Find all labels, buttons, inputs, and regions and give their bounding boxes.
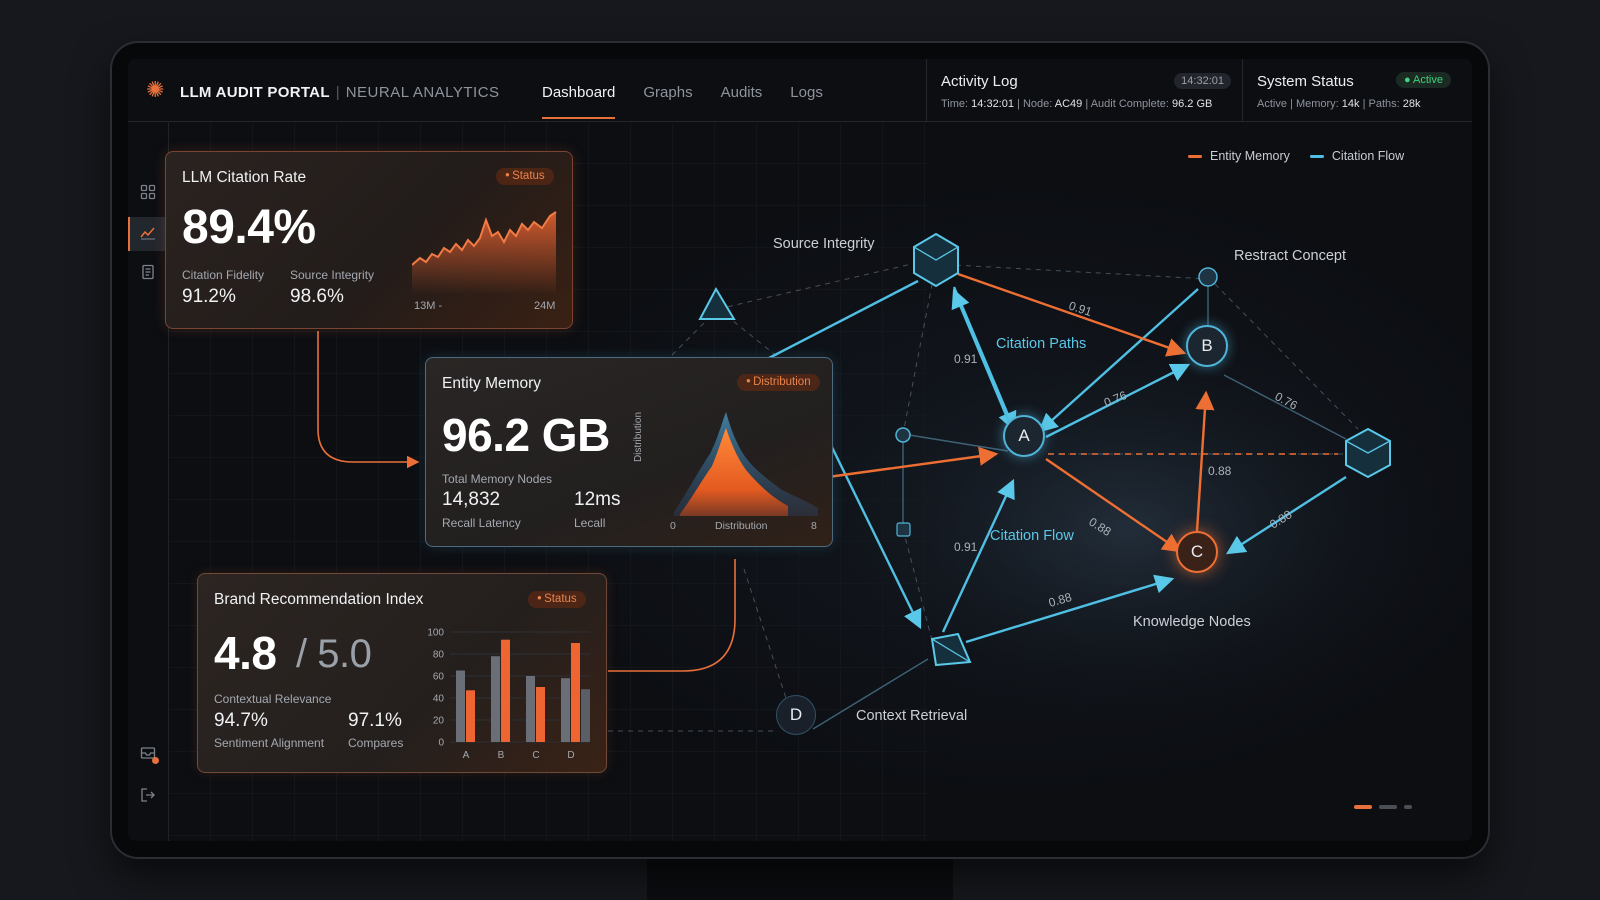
bar	[536, 687, 545, 742]
distribution-chart	[674, 412, 818, 516]
status-badge: Status	[528, 591, 586, 608]
y-tick-label: 100	[427, 628, 444, 639]
distribution-x-label: Distribution	[715, 520, 768, 532]
label-citation-paths: Citation Paths	[996, 336, 1087, 352]
compares-label: Compares	[348, 736, 404, 750]
brand-index-max: / 5.0	[296, 632, 372, 676]
weight-label: 0.91	[954, 540, 978, 554]
source-integrity-label: Source Integrity	[290, 268, 375, 282]
label-source-integrity: Source Integrity	[773, 236, 875, 252]
weight-label: 0.88	[1208, 464, 1232, 478]
triangle-node	[698, 286, 736, 320]
card-connector-1	[317, 331, 420, 469]
entity-memory-value: 96.2 GB	[442, 409, 610, 461]
pagination-dots	[1354, 805, 1412, 809]
bar	[456, 670, 465, 742]
node-b[interactable]: B	[1186, 325, 1228, 367]
small-node	[895, 427, 911, 443]
screen: ✺ LLM AUDIT PORTAL | NEURAL ANALYTICS Dash…	[128, 59, 1472, 841]
x-tick-label: D	[567, 750, 574, 761]
monitor-frame: ✺ LLM AUDIT PORTAL | NEURAL ANALYTICS Dash…	[112, 43, 1488, 857]
brand-recommendation-card[interactable]: Brand Recommendation Index Status 4.8 / …	[197, 573, 607, 773]
node-a[interactable]: A	[1003, 415, 1045, 457]
monitor-stand	[647, 855, 953, 900]
source-integrity-value: 98.6%	[290, 286, 344, 307]
bar	[526, 676, 535, 742]
node-c[interactable]: C	[1176, 531, 1218, 573]
citation-fidelity-value: 91.2%	[182, 286, 236, 307]
label-citation-flow: Citation Flow	[990, 528, 1074, 544]
particle-field	[768, 309, 1472, 749]
sparkline-end-label: 24M	[534, 300, 556, 312]
citation-rate-value: 89.4%	[182, 201, 316, 254]
weight-label: 0.91	[954, 352, 978, 366]
y-tick-label: 0	[438, 738, 444, 749]
y-tick-label: 40	[433, 694, 445, 705]
legend-citation-flow: Citation Flow	[1309, 149, 1404, 163]
y-tick-label: 60	[433, 672, 445, 683]
bar	[491, 656, 500, 742]
latency-sub-label: Lecall	[574, 516, 606, 530]
bar	[466, 690, 475, 742]
card-title: LLM Citation Rate	[182, 169, 307, 186]
label-context-retrieval: Context Retrieval	[856, 708, 968, 724]
distribution-x-min: 0	[670, 520, 676, 532]
compares-value: 97.1%	[348, 710, 402, 731]
brand-bar-chart: 100 80 60 40 20 0 A B C D	[427, 628, 590, 761]
y-tick-label: 20	[433, 716, 445, 727]
label-restract-concept: Restract Concept	[1234, 248, 1347, 264]
x-tick-label: B	[498, 750, 505, 761]
sparkline-chart	[412, 211, 557, 294]
recall-latency-label: Recall Latency	[442, 516, 521, 530]
relevance-label: Contextual Relevance	[214, 692, 332, 706]
distribution-x-max: 8	[811, 520, 817, 532]
bar	[561, 678, 570, 742]
label-knowledge-nodes: Knowledge Nodes	[1133, 614, 1251, 630]
y-tick-label: 80	[433, 650, 445, 661]
relevance-value: 94.7%	[214, 710, 268, 731]
status-badge: Status	[496, 168, 554, 185]
restract-concept-node[interactable]	[1198, 267, 1218, 287]
page-dot[interactable]	[1404, 805, 1412, 809]
citation-fidelity-label: Citation Fidelity	[182, 268, 265, 282]
x-tick-label: C	[532, 750, 539, 761]
bar	[581, 689, 590, 742]
memory-nodes-label: Total Memory Nodes	[442, 472, 553, 486]
chart-legend: Entity Memory Citation Flow	[1188, 149, 1404, 163]
sentiment-alignment-label: Sentiment Alignment	[214, 736, 325, 750]
page-dot-active[interactable]	[1354, 805, 1372, 809]
legend-entity-memory: Entity Memory	[1188, 149, 1290, 163]
page-dot[interactable]	[1379, 805, 1397, 809]
card-connector-2	[608, 559, 736, 672]
bar	[571, 643, 580, 742]
brand-index-value: 4.8	[214, 627, 277, 679]
card-title: Brand Recommendation Index	[214, 591, 424, 608]
memory-nodes-value: 14,832	[442, 489, 501, 510]
bar	[501, 639, 510, 742]
x-tick-label: A	[463, 750, 470, 761]
node-d[interactable]: D	[776, 695, 816, 735]
distribution-y-label: Distribution	[633, 411, 644, 462]
latency-value: 12ms	[574, 489, 621, 510]
card-title: Entity Memory	[442, 375, 542, 392]
distribution-badge: Distribution	[737, 374, 820, 391]
entity-memory-card[interactable]: Entity Memory Distribution 96.2 GB Total…	[425, 357, 833, 547]
citation-rate-card[interactable]: LLM Citation Rate Status 89.4% Citation …	[165, 151, 573, 329]
sparkline-start-label: 13M -	[414, 300, 443, 312]
square-node	[896, 522, 911, 537]
